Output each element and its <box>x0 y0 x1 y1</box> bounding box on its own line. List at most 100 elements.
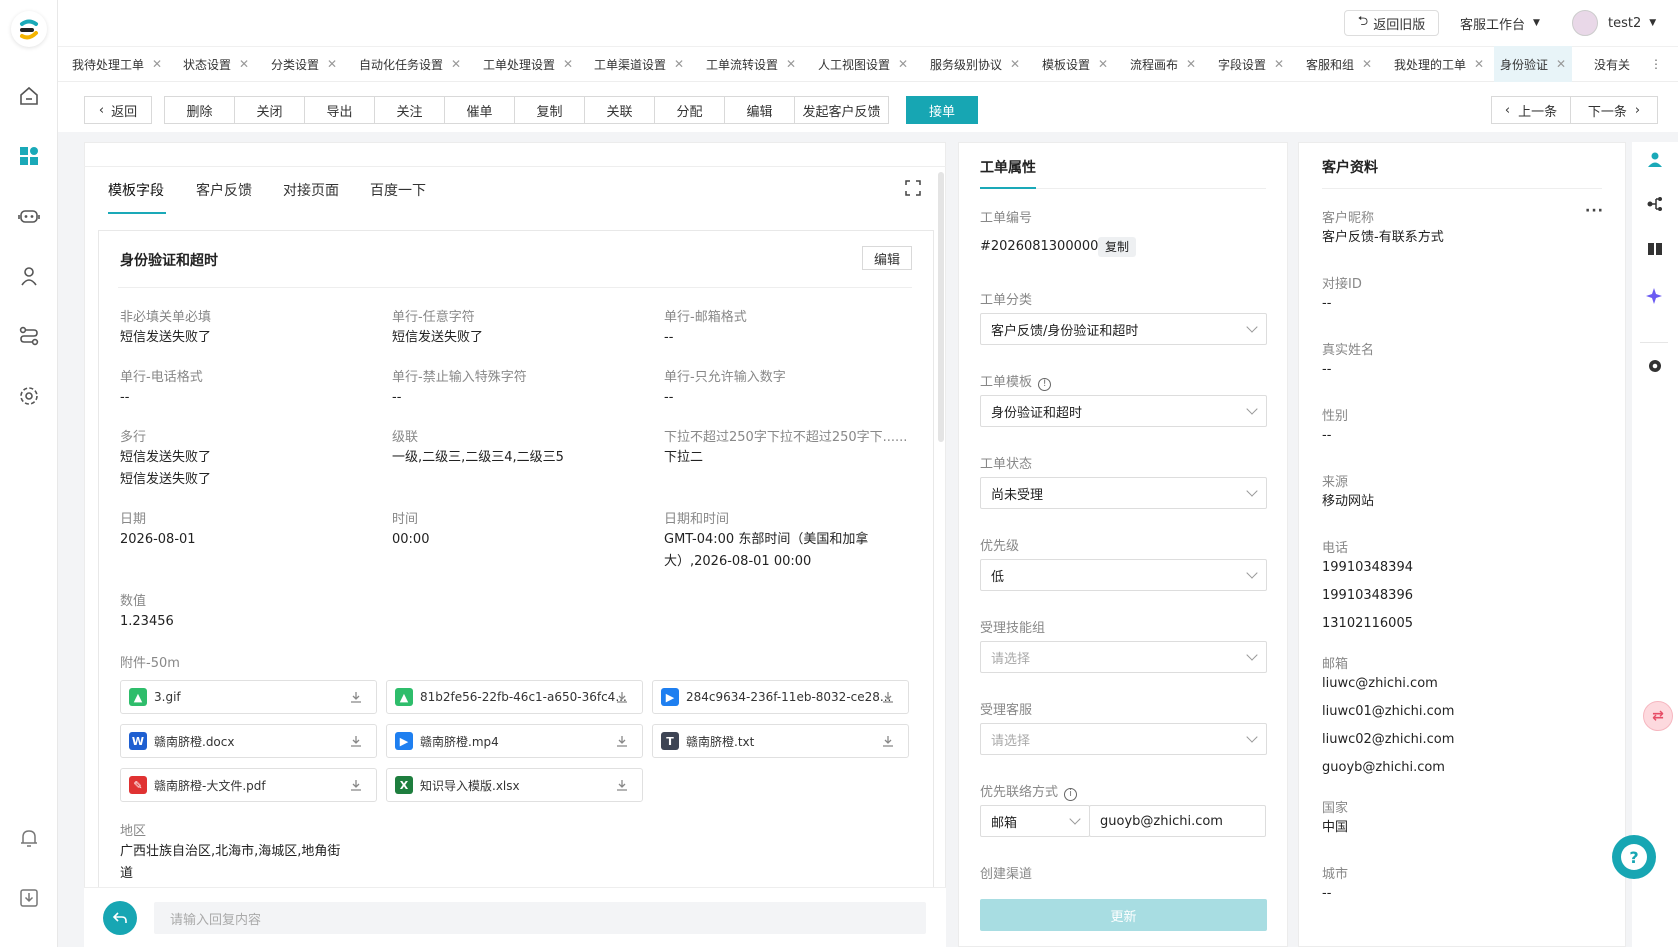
action-button-5[interactable]: 复制 <box>514 96 585 124</box>
tab-9[interactable]: 模板设置 ✕ <box>1036 46 1114 82</box>
action-button-9[interactable]: 发起客户反馈 <box>794 96 889 124</box>
action-button-7[interactable]: 分配 <box>654 96 725 124</box>
reply-input[interactable]: 请输入回复内容 <box>154 902 926 934</box>
tab-13[interactable]: 我处理的工单 ✕ <box>1388 46 1490 82</box>
content-tab-3[interactable]: 百度一下 <box>370 180 426 200</box>
category-select[interactable]: 客户反馈/身份验证和超时 <box>980 313 1267 345</box>
home-icon[interactable] <box>17 84 41 108</box>
more-icon[interactable]: ··· <box>1585 203 1604 219</box>
action-button-0[interactable]: 删除 <box>164 96 235 124</box>
tab-0[interactable]: 我待处理工单 ✕ <box>66 46 168 82</box>
attachment-file[interactable]: ▲ 81b2fe56-22fb-46c1-a650-36fc4... <box>386 680 643 714</box>
update-button[interactable]: 更新 <box>980 899 1267 931</box>
tabs-overflow-icon[interactable]: ⋮ <box>1650 46 1662 82</box>
contact-value-input[interactable]: guoyb@zhichi.com <box>1089 805 1266 837</box>
attachment-file[interactable]: ▲ 3.gif <box>120 680 377 714</box>
close-icon[interactable]: ✕ <box>1274 57 1284 71</box>
back-button[interactable]: ‹ 返回 <box>84 96 152 124</box>
flow-icon[interactable] <box>17 324 41 348</box>
attachment-file[interactable]: ▶ 赣南脐橙.mp4 <box>386 724 643 758</box>
tab-5[interactable]: 工单渠道设置 ✕ <box>588 46 690 82</box>
tab-12[interactable]: 客服和组 ✕ <box>1300 46 1378 82</box>
action-button-8[interactable]: 编辑 <box>724 96 795 124</box>
close-icon[interactable]: ✕ <box>1010 57 1020 71</box>
tab-3[interactable]: 自动化任务设置 ✕ <box>353 46 467 82</box>
close-icon[interactable]: ✕ <box>674 57 684 71</box>
attachment-file[interactable]: T 赣南脐橙.txt <box>652 724 909 758</box>
close-icon[interactable]: ✕ <box>152 57 162 71</box>
template-select[interactable]: 身份验证和超时 <box>980 395 1267 427</box>
priority-select[interactable]: 低 <box>980 559 1267 591</box>
download-icon[interactable] <box>350 779 362 791</box>
tab-14[interactable]: 身份验证 ✕ <box>1494 46 1573 82</box>
attachment-file[interactable]: ▶ 284c9634-236f-11eb-8032-ce28... <box>652 680 909 714</box>
knowledge-book-icon[interactable] <box>1646 240 1664 258</box>
tab-15[interactable]: 没有关 <box>1588 46 1636 82</box>
tab-10[interactable]: 流程画布 ✕ <box>1124 46 1202 82</box>
download-icon[interactable] <box>616 691 628 703</box>
panel-settings-icon[interactable] <box>1646 357 1664 375</box>
help-icon[interactable]: ? <box>1612 835 1656 879</box>
ticket-apps-icon[interactable] <box>17 144 41 168</box>
action-button-2[interactable]: 导出 <box>304 96 375 124</box>
accept-ticket-button[interactable]: 接单 <box>906 96 978 124</box>
group-select[interactable]: 请选择 <box>980 641 1267 673</box>
download-icon[interactable] <box>882 691 894 703</box>
action-button-3[interactable]: 关注 <box>374 96 445 124</box>
download-icon[interactable] <box>350 735 362 747</box>
bell-icon[interactable] <box>17 826 41 850</box>
action-button-4[interactable]: 催单 <box>444 96 515 124</box>
attachment-file[interactable]: ✎ 赣南脐橙-大文件.pdf <box>120 768 377 802</box>
close-icon[interactable]: ✕ <box>327 57 337 71</box>
copy-id-button[interactable]: 复制 <box>1098 237 1137 257</box>
tab-6[interactable]: 工单流转设置 ✕ <box>700 46 802 82</box>
customer-info-icon[interactable] <box>1646 150 1664 168</box>
next-ticket-button[interactable]: 下一条 › <box>1570 96 1658 124</box>
download-box-icon[interactable] <box>17 886 41 910</box>
contact-type-select[interactable]: 邮箱 <box>980 805 1090 837</box>
close-icon[interactable]: ✕ <box>898 57 908 71</box>
close-icon[interactable]: ✕ <box>1098 57 1108 71</box>
back-old-version-button[interactable]: ⮌ 返回旧版 <box>1344 10 1439 36</box>
translate-icon[interactable]: ⇄ <box>1643 701 1673 731</box>
tab-7[interactable]: 人工视图设置 ✕ <box>812 46 914 82</box>
action-button-1[interactable]: 关闭 <box>234 96 305 124</box>
download-icon[interactable] <box>616 735 628 747</box>
content-tab-1[interactable]: 客户反馈 <box>196 180 252 200</box>
download-icon[interactable] <box>350 691 362 703</box>
close-icon[interactable]: ✕ <box>1362 57 1372 71</box>
close-icon[interactable]: ✕ <box>1474 57 1484 71</box>
content-tab-0[interactable]: 模板字段 <box>108 180 164 200</box>
close-icon[interactable]: ✕ <box>1556 57 1566 71</box>
settings-icon[interactable] <box>17 384 41 408</box>
agent-select[interactable]: 请选择 <box>980 723 1267 755</box>
app-logo[interactable] <box>11 11 47 47</box>
download-icon[interactable] <box>616 779 628 791</box>
download-icon[interactable] <box>882 735 894 747</box>
scrollbar[interactable] <box>938 172 944 442</box>
reply-icon[interactable] <box>103 901 137 935</box>
workspace-dropdown[interactable]: 客服工作台 ▼ <box>1460 10 1540 36</box>
close-icon[interactable]: ✕ <box>786 57 796 71</box>
section-edit-button[interactable]: 编辑 <box>862 246 912 270</box>
fullscreen-icon[interactable] <box>905 180 921 196</box>
tab-2[interactable]: 分类设置 ✕ <box>265 46 343 82</box>
close-icon[interactable]: ✕ <box>451 57 461 71</box>
close-icon[interactable]: ✕ <box>563 57 573 71</box>
tab-4[interactable]: 工单处理设置 ✕ <box>477 46 579 82</box>
status-select[interactable]: 尚未受理 <box>980 477 1267 509</box>
tab-8[interactable]: 服务级别协议 ✕ <box>924 46 1026 82</box>
attachment-file[interactable]: X 知识导入模版.xlsx <box>386 768 643 802</box>
robot-icon[interactable] <box>17 204 41 228</box>
tab-1[interactable]: 状态设置 ✕ <box>177 46 255 82</box>
customer-icon[interactable] <box>17 264 41 288</box>
close-icon[interactable]: ✕ <box>1186 57 1196 71</box>
workflow-icon[interactable] <box>1646 195 1664 213</box>
close-icon[interactable]: ✕ <box>239 57 249 71</box>
attachment-file[interactable]: W 赣南脐橙.docx <box>120 724 377 758</box>
prev-ticket-button[interactable]: ‹ 上一条 <box>1491 96 1571 124</box>
tab-11[interactable]: 字段设置 ✕ <box>1212 46 1290 82</box>
ai-sparkle-icon[interactable] <box>1646 287 1664 305</box>
content-tab-2[interactable]: 对接页面 <box>283 180 339 200</box>
action-button-6[interactable]: 关联 <box>584 96 655 124</box>
